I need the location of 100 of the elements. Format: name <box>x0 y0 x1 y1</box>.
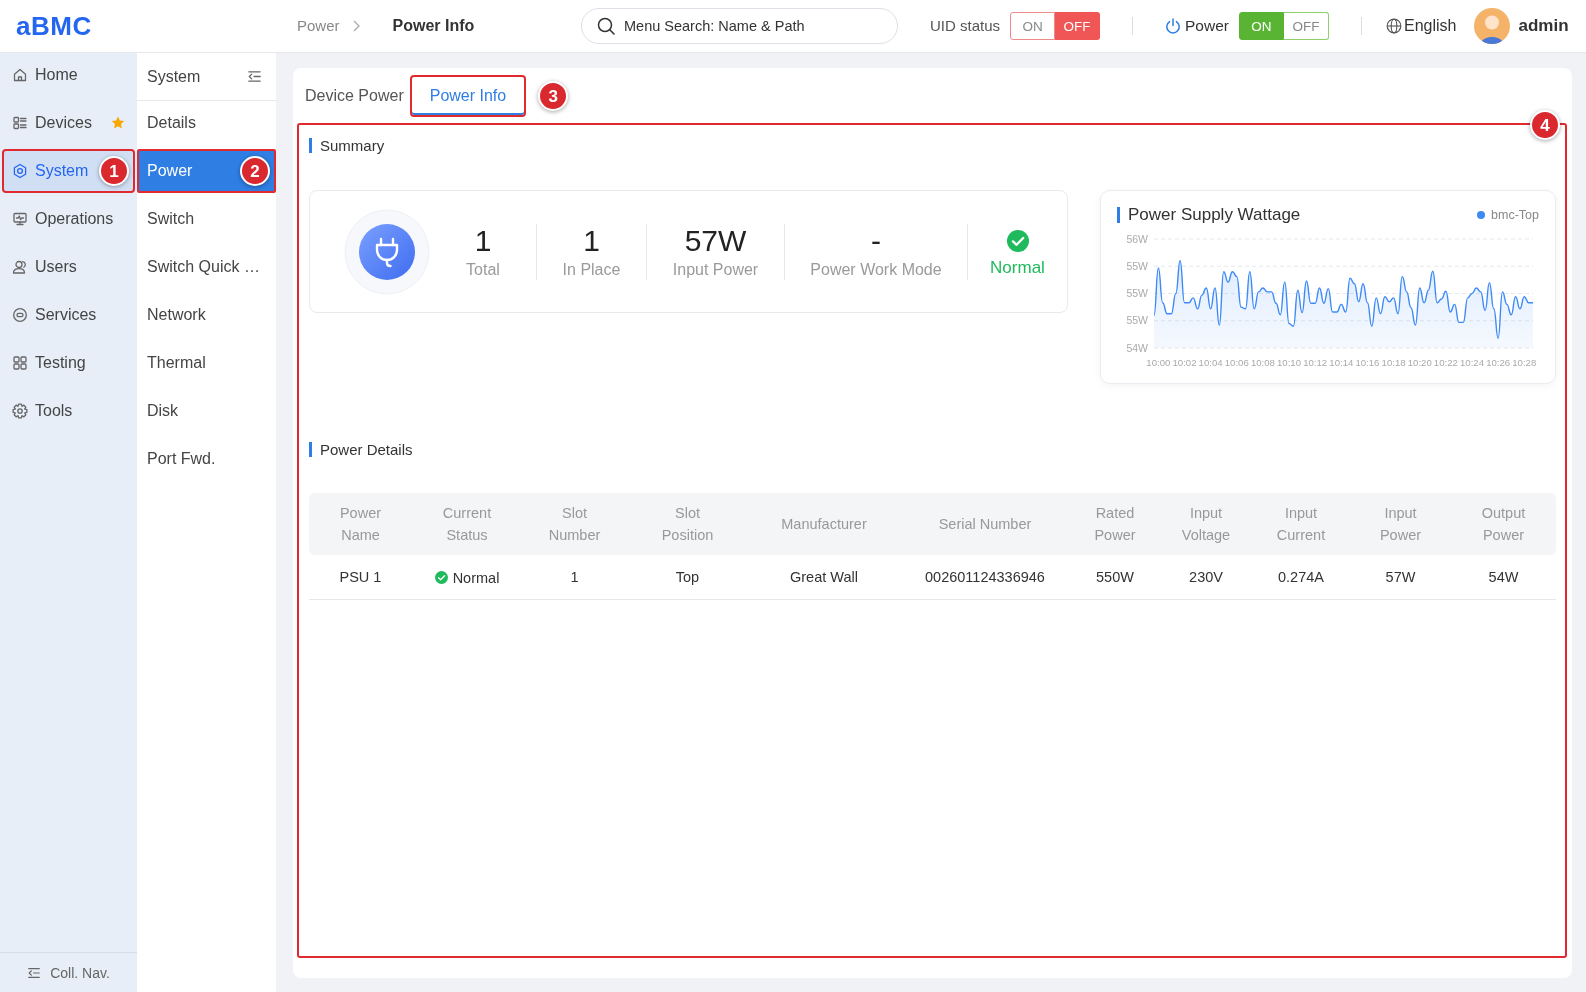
stat-label: Input Power <box>672 259 759 280</box>
table-cell: 0.274A <box>1278 569 1324 585</box>
column-header: Slot Number <box>547 504 602 545</box>
table-cell: 54W <box>1488 569 1519 585</box>
subnav-item[interactable]: Port Fwd. <box>137 437 276 481</box>
logo: aBMC <box>16 11 92 41</box>
collapse-icon[interactable] <box>247 69 262 84</box>
subnav-item[interactable]: Details <box>137 101 276 145</box>
x-axis-label: 10:06 <box>1224 357 1249 368</box>
tab[interactable]: Device Power <box>297 75 410 117</box>
chart-title: Power Supply Wattage <box>1117 207 1301 223</box>
nav-item[interactable]: Operations <box>2 197 135 241</box>
column-header: Current Status <box>441 504 493 545</box>
subnav-item[interactable]: Disk <box>137 389 276 433</box>
callout-badge: 3 <box>538 81 569 111</box>
stat-label: Power Work Mode <box>810 259 942 280</box>
subnav-item[interactable]: Network <box>137 293 276 337</box>
stat-value: 1 <box>583 223 600 258</box>
y-axis-label: 55W <box>1126 259 1148 272</box>
x-axis-label: 10:14 <box>1329 357 1354 368</box>
plug-icon <box>344 208 430 295</box>
column-header: Power Name <box>338 504 383 545</box>
circle-slot-icon <box>12 307 28 323</box>
callout-badge: 4 <box>1530 110 1560 140</box>
monitor-icon <box>12 211 28 227</box>
y-axis-label: 54W <box>1126 341 1148 354</box>
hexagon-icon <box>12 163 28 179</box>
table-cell: 002601124336946 <box>925 569 1045 585</box>
table-cell: Top <box>675 569 700 585</box>
column-header: Input Voltage <box>1180 504 1232 545</box>
users-icon <box>12 259 28 275</box>
globe-icon <box>1385 18 1402 34</box>
table-cell: PSU 1 <box>339 569 382 585</box>
nav-item[interactable]: Services <box>2 293 135 337</box>
table-cell: 230V <box>1189 569 1223 585</box>
tab[interactable]: Power Info <box>409 75 527 117</box>
toggle-option[interactable]: OFF <box>1283 12 1329 40</box>
x-axis-label: 10:02 <box>1172 357 1197 368</box>
table-cell: 1 <box>570 569 579 585</box>
nav-item[interactable]: Testing <box>2 341 135 385</box>
grid-icon <box>12 355 28 371</box>
search-field[interactable]: Menu Search: Name & Path <box>581 8 898 44</box>
x-axis-label: 10:16 <box>1355 357 1380 368</box>
x-axis-label: 10:24 <box>1460 357 1484 368</box>
stat-value: 57W <box>684 223 747 258</box>
subnav-item[interactable]: Switch <box>137 197 276 241</box>
x-axis-label: 10:00 <box>1146 357 1171 368</box>
subnav-title: System <box>147 67 201 86</box>
y-axis-label: 56W <box>1126 232 1148 245</box>
column-header: Serial Number <box>938 516 1032 532</box>
breadcrumb-link[interactable]: Power <box>297 16 340 36</box>
column-header: Output Power <box>1480 504 1527 545</box>
status-text: Normal <box>990 257 1045 278</box>
stat-value: - <box>871 223 881 258</box>
x-axis-label: 10:12 <box>1303 357 1328 368</box>
language-selector[interactable]: English <box>1385 16 1457 36</box>
stat-label: In Place <box>562 259 621 280</box>
avatar-icon <box>1474 8 1511 44</box>
legend-label: bmc-Top <box>1491 208 1539 222</box>
stat-label: Total <box>466 259 500 280</box>
x-axis-label: 10:18 <box>1381 357 1406 368</box>
x-axis-label: 10:04 <box>1198 357 1223 368</box>
section-title: Power Details <box>309 442 413 457</box>
x-axis-label: 10:28 <box>1512 357 1537 368</box>
x-axis-label: 10:20 <box>1407 357 1432 368</box>
status-text: Normal <box>452 569 500 586</box>
nav-item[interactable]: Home <box>2 53 135 97</box>
list-icon <box>12 115 28 131</box>
nav-item[interactable]: Users <box>2 245 135 289</box>
column-header: Slot Position <box>660 504 715 545</box>
power-label: Power <box>1185 17 1229 35</box>
column-header: Input Power <box>1378 504 1423 545</box>
collapse-icon <box>27 965 42 980</box>
toggle-option[interactable]: ON <box>1010 12 1056 40</box>
table-cell: Great Wall <box>790 569 858 585</box>
x-axis-label: 10:08 <box>1250 357 1275 368</box>
nav-item[interactable]: Tools <box>2 389 135 433</box>
column-header: Manufacturer <box>781 516 867 532</box>
nav-item[interactable]: Devices <box>2 101 135 145</box>
table-cell: 550W <box>1096 569 1134 585</box>
column-header: Rated Power <box>1093 504 1137 545</box>
gear-icon <box>12 403 28 419</box>
section-title: Summary <box>309 138 385 153</box>
chevron-icon <box>351 20 361 32</box>
y-axis-label: 55W <box>1126 287 1148 299</box>
x-axis-label: 10:26 <box>1486 357 1511 368</box>
y-axis-label: 55W <box>1126 314 1148 327</box>
home-icon <box>12 67 28 83</box>
subnav-item[interactable]: Thermal <box>137 341 276 385</box>
table-cell: 57W <box>1385 569 1416 585</box>
column-header: Input Current <box>1275 504 1327 545</box>
stat-value: 1 <box>474 223 492 258</box>
search-icon <box>597 17 615 35</box>
breadcrumb-current: Power Info <box>392 16 475 36</box>
x-axis-label: 10:22 <box>1433 357 1458 368</box>
subnav-item[interactable]: Switch Quick … <box>137 245 276 289</box>
uid-status-label: UID status <box>930 16 1001 36</box>
user-menu[interactable]: admin <box>1474 8 1569 44</box>
x-axis-label: 10:10 <box>1277 357 1302 368</box>
power-icon <box>1165 18 1182 34</box>
